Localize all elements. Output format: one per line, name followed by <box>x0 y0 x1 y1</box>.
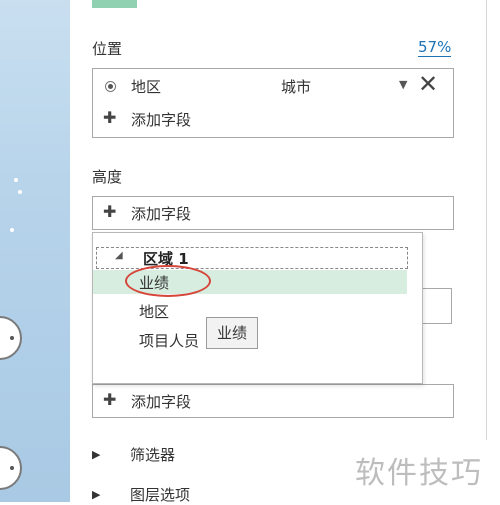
expand-arrow-icon: ▶ <box>92 488 101 501</box>
plus-icon: ✚ <box>103 390 117 409</box>
plus-icon: ✚ <box>103 108 117 127</box>
radio-icon[interactable] <box>105 81 116 92</box>
collapse-triangle-icon[interactable]: ◢ <box>115 250 123 261</box>
location-field-type: 城市 <box>281 78 312 96</box>
location-field-row[interactable]: 地区 城市 ▼ ✕ <box>93 70 453 100</box>
dropdown-caret-icon[interactable]: ▼ <box>399 78 407 91</box>
nav-circle-button[interactable] <box>0 316 22 360</box>
popup-item-label: 地区 <box>139 303 170 321</box>
lower-add-field-label: 添加字段 <box>131 393 192 411</box>
decorative-dot <box>18 190 22 194</box>
region-header[interactable]: ◢ 区域 1 <box>96 247 408 269</box>
location-percent-link[interactable]: 57% <box>418 38 452 57</box>
panel-scroll-edge <box>486 0 487 440</box>
top-color-chip <box>92 0 137 8</box>
underlying-field-box-edge <box>422 288 452 324</box>
remove-icon[interactable]: ✕ <box>418 70 438 98</box>
location-field-box: 地区 城市 ▼ ✕ ✚ 添加字段 <box>92 68 454 138</box>
lower-add-field-row[interactable]: ✚ 添加字段 <box>93 387 453 415</box>
plus-icon: ✚ <box>103 202 117 221</box>
popup-item-label: 项目人员 <box>139 332 200 350</box>
field-dropdown-popup: ◢ 区域 1 业绩 地区 项目人员 <box>92 232 423 384</box>
height-add-field-label: 添加字段 <box>131 205 192 223</box>
location-label: 位置 <box>92 40 123 58</box>
filters-label: 筛选器 <box>130 446 176 464</box>
watermark-text: 软件技巧 <box>355 456 483 491</box>
nav-circle-button[interactable] <box>0 446 22 490</box>
left-side-strip <box>0 0 70 502</box>
expand-arrow-icon: ▶ <box>92 448 101 461</box>
drag-tooltip: 业绩 <box>206 317 258 349</box>
highlight-ellipse <box>125 265 211 297</box>
location-add-field-label: 添加字段 <box>131 111 192 129</box>
height-label: 高度 <box>92 168 123 186</box>
height-field-box: ✚ 添加字段 <box>92 196 454 230</box>
decorative-dot <box>14 178 18 182</box>
decorative-dot <box>10 228 14 232</box>
location-add-field-row[interactable]: ✚ 添加字段 <box>93 105 453 133</box>
lower-field-box: ✚ 添加字段 <box>92 384 454 418</box>
location-field-name: 地区 <box>131 78 162 96</box>
height-add-field-row[interactable]: ✚ 添加字段 <box>93 199 453 227</box>
